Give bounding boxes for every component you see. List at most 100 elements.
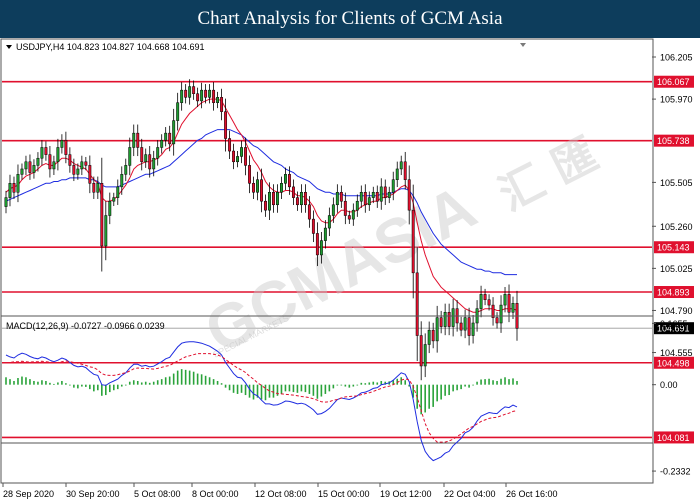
candle-body-55 [224, 111, 228, 139]
macd-hist-bar-64 [260, 384, 263, 400]
dropdown-triangle-icon[interactable] [6, 45, 12, 49]
macd-hist-bar-37 [152, 381, 155, 385]
candle-body-126 [507, 294, 511, 313]
candle-body-3 [16, 174, 20, 193]
candle-body-112 [451, 308, 455, 327]
candle-body-64 [260, 179, 263, 202]
macd-hist-bar-15 [65, 383, 67, 385]
candle-body-41 [168, 132, 172, 145]
candle-body-89 [359, 191, 363, 202]
macd-hist-bar-1 [9, 379, 11, 385]
candle-body-40 [164, 132, 168, 141]
candle-body-114 [459, 322, 463, 331]
collapse-triangle-icon[interactable] [520, 43, 526, 47]
candle-body-75 [303, 191, 307, 206]
candle-body-68 [276, 191, 279, 206]
time-tick-label-0: 28 Sep 2020 [3, 489, 54, 499]
macd-hist-bar-128 [516, 380, 518, 385]
macd-hist-bar-84 [340, 384, 343, 386]
candle-body-67 [272, 191, 275, 206]
candle-body-28 [116, 186, 120, 198]
macd-hist-bar-12 [53, 383, 55, 385]
macd-hist-bar-111 [448, 384, 450, 396]
candle-body-54 [220, 97, 224, 112]
macd-hist-bar-90 [364, 383, 367, 385]
macd-hist-bar-6 [29, 379, 31, 385]
price-tick-label-2: 105.505 [660, 178, 693, 188]
candle-body-39 [160, 140, 164, 148]
candle-body-86 [347, 215, 351, 220]
candle-body-84 [339, 191, 343, 202]
candle-body-121 [487, 299, 491, 306]
macd-hist-bar-52 [212, 379, 215, 385]
macd-hist-bar-127 [512, 378, 514, 385]
time-tick-label-8: 26 Oct 16:00 [506, 489, 558, 499]
macd-hist-bar-62 [252, 384, 255, 400]
candle-body-117 [471, 322, 475, 336]
candle-body-70 [284, 174, 287, 184]
macd-tick-label-2: -0.2332 [660, 467, 691, 477]
candle-body-37 [152, 157, 156, 170]
macd-hist-bar-87 [352, 384, 355, 387]
candle-body-100 [403, 161, 407, 180]
macd-hist-bar-106 [428, 384, 430, 409]
chart-title: Chart Analysis for Clients of GCM Asia [197, 8, 503, 29]
macd-hist-bar-114 [460, 384, 462, 390]
candle-body-101 [407, 179, 411, 211]
chart-area: 106.067 105.738 105.143 104.893 104.498 104.0… [0, 38, 694, 499]
macd-hist-bar-109 [440, 384, 442, 400]
candle-body-88 [355, 200, 359, 211]
time-axis: 28 Sep 2020 30 Sep 20:00 5 Oct 08:00 8 Oct … [2, 483, 558, 499]
macd-hist-bar-4 [21, 376, 23, 385]
candle-body-119 [479, 294, 483, 309]
candle-body-108 [435, 317, 439, 342]
candle-body-0 [4, 197, 8, 207]
macd-hist-bar-30 [124, 384, 127, 386]
macd-hist-bar-77 [312, 384, 315, 396]
candle-body-29 [120, 174, 124, 188]
candle-body-59 [240, 147, 243, 157]
candle-body-8 [36, 157, 40, 166]
macd-hist-bar-71 [288, 384, 291, 392]
level-label-5: 104.081 [657, 433, 690, 443]
macd-tick-label-0: 0.1655 [660, 319, 688, 329]
macd-hist-bar-121 [488, 378, 490, 385]
chart-title-banner: Chart Analysis for Clients of GCM Asia [0, 0, 700, 38]
macd-hist-bar-58 [236, 384, 239, 394]
candle-body-72 [291, 186, 295, 198]
macd-hist-bar-9 [41, 380, 43, 385]
candle-body-16 [68, 154, 72, 166]
candle-body-62 [252, 183, 255, 193]
macd-hist-bar-119 [480, 379, 482, 385]
macd-hist-bar-5 [25, 377, 27, 385]
macd-hist-bar-72 [292, 384, 295, 393]
macd-axis: 0.1655 0.00 -0.2332 [652, 319, 691, 477]
candle-body-69 [280, 183, 283, 193]
candle-body-46 [188, 86, 192, 98]
macd-hist-bar-14 [61, 380, 63, 385]
candle-body-30 [124, 165, 128, 175]
candle-body-20 [84, 161, 88, 166]
macd-hist-bar-39 [160, 379, 163, 385]
candle-body-90 [363, 191, 367, 206]
macd-hist-bar-47 [192, 371, 195, 385]
candle-body-11 [48, 154, 52, 170]
macd-hist-bar-118 [476, 381, 478, 385]
candle-body-10 [44, 147, 48, 155]
candle-body-105 [423, 344, 427, 367]
candle-body-120 [483, 294, 487, 300]
macd-hist-bar-53 [216, 380, 219, 385]
price-tick-label-0: 106.205 [660, 53, 693, 63]
macd-hist-bar-81 [328, 384, 331, 392]
macd-hist-bar-49 [200, 374, 203, 385]
macd-hist-bar-83 [336, 384, 339, 386]
macd-hist-bar-126 [508, 379, 510, 385]
candle-body-111 [447, 311, 451, 327]
macd-hist-bar-21 [89, 384, 91, 390]
macd-hist-bar-45 [184, 369, 187, 385]
macd-hist-bar-11 [49, 382, 51, 385]
macd-hist-bar-18 [77, 384, 79, 389]
time-tick-label-6: 19 Oct 12:00 [380, 489, 432, 499]
macd-hist-bar-110 [444, 384, 446, 396]
candle-body-1 [8, 183, 12, 198]
